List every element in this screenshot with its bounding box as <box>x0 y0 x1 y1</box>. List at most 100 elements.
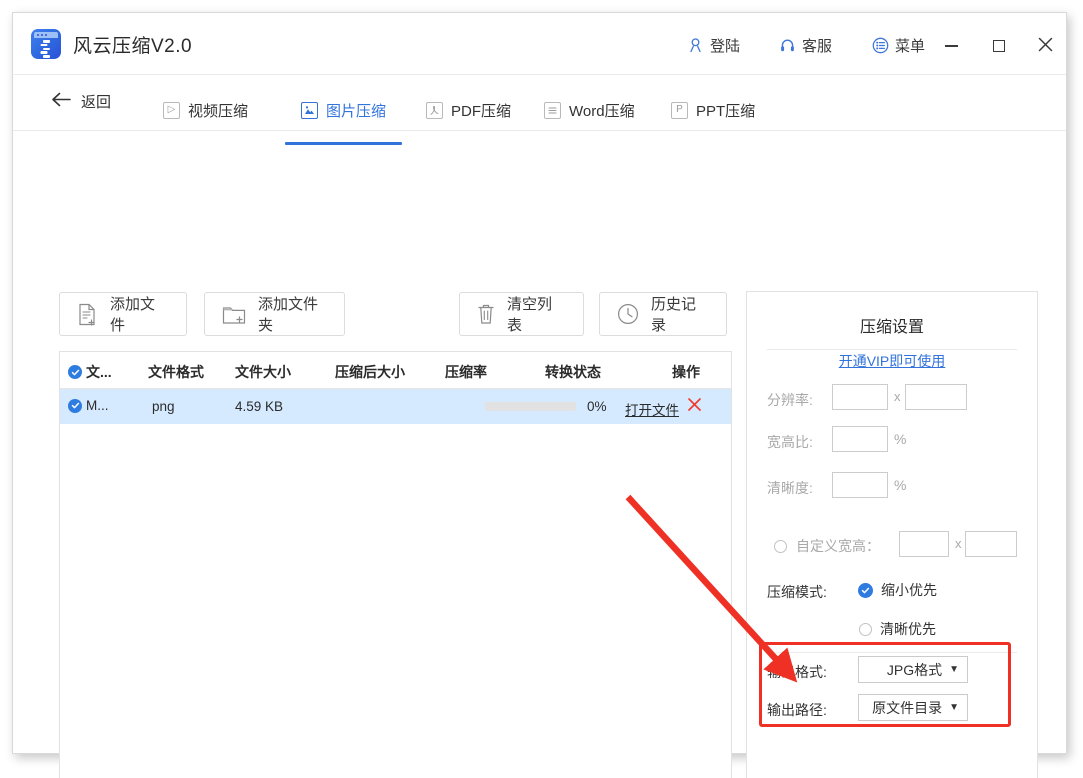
headset-icon <box>779 37 796 54</box>
chevron-down-icon: ▼ <box>949 701 959 713</box>
history-label: 历史记录 <box>651 296 697 334</box>
file-list-panel: 文... 文件格式 文件大小 压缩后大小 压缩率 转换状态 操作 M... pn… <box>59 351 732 778</box>
column-header-operation: 操作 <box>672 364 700 380</box>
add-file-label: 添加文件 <box>110 296 156 334</box>
main-content: 添加文件 添加文件夹 清空列表 历史记录 文... 文件格式 文件大小 压缩后大… <box>13 131 1066 778</box>
output-format-label: 输出格式: <box>767 664 827 680</box>
nav-bar: 返回 ▷ 视频压缩 图片压缩 PDF压缩 Word压缩 P PPT压缩 <box>13 75 1066 145</box>
menu-button[interactable]: 菜单 <box>872 35 925 56</box>
compress-mode-size-first-label: 缩小优先 <box>881 582 937 598</box>
tab-image-compress[interactable]: 图片压缩 <box>285 89 403 145</box>
column-header-ratio: 压缩率 <box>445 364 487 380</box>
tab-word-label: Word压缩 <box>569 102 635 120</box>
settings-divider <box>767 349 1017 350</box>
tab-ppt-compress[interactable]: P PPT压缩 <box>671 89 755 131</box>
add-file-button[interactable]: 添加文件 <box>59 292 187 336</box>
image-icon <box>301 101 318 119</box>
add-folder-label: 添加文件夹 <box>258 296 319 334</box>
output-format-value: JPG格式 <box>886 661 943 678</box>
login-button[interactable]: 登陆 <box>687 35 740 56</box>
close-button[interactable] <box>1031 33 1059 59</box>
custom-size-radio[interactable]: 自定义宽高： <box>774 536 880 556</box>
compress-mode-label: 压缩模式: <box>767 584 827 600</box>
app-window: 风云压缩V2.0 登陆 客服 菜单 返回 ▷ 视频压缩 图片压缩 PDF压缩 W… <box>12 12 1067 778</box>
screenshot-stage: 风云压缩V2.0 登陆 客服 菜单 返回 ▷ 视频压缩 图片压缩 PDF压缩 W… <box>0 0 1083 778</box>
custom-size-separator: x <box>955 536 962 551</box>
clear-list-label: 清空列表 <box>507 296 553 334</box>
resolution-width-input[interactable] <box>832 384 888 410</box>
custom-size-label: 自定义宽高： <box>796 538 880 554</box>
radio-checked-icon <box>858 582 873 598</box>
compress-mode-clarity-first-label: 清晰优先 <box>880 621 936 637</box>
output-path-label: 输出路径: <box>767 702 827 718</box>
customer-service-button[interactable]: 客服 <box>779 35 832 56</box>
output-path-value: 原文件目录 <box>872 699 943 716</box>
tab-video-label: 视频压缩 <box>188 102 249 120</box>
resolution-label: 分辨率: <box>767 392 813 408</box>
clock-icon <box>617 303 639 325</box>
back-label: 返回 <box>81 94 112 111</box>
open-file-link[interactable]: 打开文件 <box>625 399 679 419</box>
vip-upgrade-link[interactable]: 开通VIP即可使用 <box>747 351 1037 371</box>
row-format-cell: png <box>152 399 175 414</box>
customer-service-label: 客服 <box>802 38 833 55</box>
table-row[interactable]: M... png 4.59 KB 0% 打开文件 <box>60 389 731 424</box>
file-plus-icon <box>77 303 98 326</box>
column-header-size-after: 压缩后大小 <box>335 364 405 380</box>
play-icon: ▷ <box>163 101 180 119</box>
tab-word-compress[interactable]: Word压缩 <box>544 89 635 131</box>
column-header-format: 文件格式 <box>148 364 204 380</box>
remove-row-icon[interactable] <box>687 397 702 416</box>
aspect-ratio-label: 宽高比: <box>767 434 813 450</box>
custom-height-input[interactable] <box>965 531 1017 557</box>
pdf-icon <box>426 101 443 119</box>
settings-title: 压缩设置 <box>859 319 924 336</box>
row-size-cell: 4.59 KB <box>235 399 284 414</box>
resolution-separator: x <box>894 389 901 404</box>
chevron-down-icon: ▼ <box>949 663 959 675</box>
title-bar: 风云压缩V2.0 登陆 客服 菜单 <box>13 13 1066 75</box>
document-icon <box>544 101 561 119</box>
column-header-name-label: 文... <box>86 364 112 380</box>
tab-pdf-compress[interactable]: PDF压缩 <box>426 89 511 131</box>
column-header-status: 转换状态 <box>545 364 601 380</box>
arrow-left-icon <box>51 92 72 111</box>
column-header-size: 文件大小 <box>235 364 291 380</box>
minimize-button[interactable] <box>937 33 965 59</box>
login-label: 登陆 <box>710 38 741 55</box>
clarity-input[interactable] <box>832 472 888 498</box>
minimize-icon <box>944 45 958 47</box>
close-icon <box>1037 36 1054 57</box>
compress-mode-option-size-first[interactable]: 缩小优先 <box>858 580 937 600</box>
ppt-icon: P <box>671 101 688 119</box>
column-header-name: 文... <box>68 362 112 382</box>
maximize-button[interactable] <box>985 33 1013 59</box>
clarity-unit: % <box>894 477 907 493</box>
row-name-label: M... <box>86 398 109 413</box>
compression-settings-panel: 压缩设置 开通VIP即可使用 分辨率: x 宽高比: % 清晰度: % 自定义宽… <box>746 291 1038 778</box>
row-progress-bar <box>485 402 576 411</box>
row-percent-label: 0% <box>587 399 607 414</box>
clear-list-button[interactable]: 清空列表 <box>459 292 584 336</box>
user-icon <box>687 37 704 54</box>
radio-unchecked-icon <box>774 539 787 553</box>
resolution-height-input[interactable] <box>905 384 967 410</box>
history-button[interactable]: 历史记录 <box>599 292 727 336</box>
output-path-select[interactable]: 原文件目录 ▼ <box>858 694 968 721</box>
aspect-ratio-unit: % <box>894 431 907 447</box>
row-checkbox[interactable] <box>68 398 82 413</box>
aspect-ratio-input[interactable] <box>832 426 888 452</box>
tab-video-compress[interactable]: ▷ 视频压缩 <box>163 89 248 131</box>
select-all-checkbox[interactable] <box>68 365 82 379</box>
add-folder-button[interactable]: 添加文件夹 <box>204 292 345 336</box>
trash-icon <box>477 303 495 325</box>
menu-label: 菜单 <box>895 38 926 55</box>
back-button[interactable]: 返回 <box>51 91 111 112</box>
custom-width-input[interactable] <box>899 531 949 557</box>
compress-mode-option-clarity-first[interactable]: 清晰优先 <box>859 619 936 639</box>
maximize-icon <box>993 40 1005 52</box>
tab-image-label: 图片压缩 <box>326 102 387 120</box>
app-zip-icon <box>31 29 61 59</box>
clarity-label: 清晰度: <box>767 480 813 496</box>
output-format-select[interactable]: JPG格式 ▼ <box>858 656 968 683</box>
